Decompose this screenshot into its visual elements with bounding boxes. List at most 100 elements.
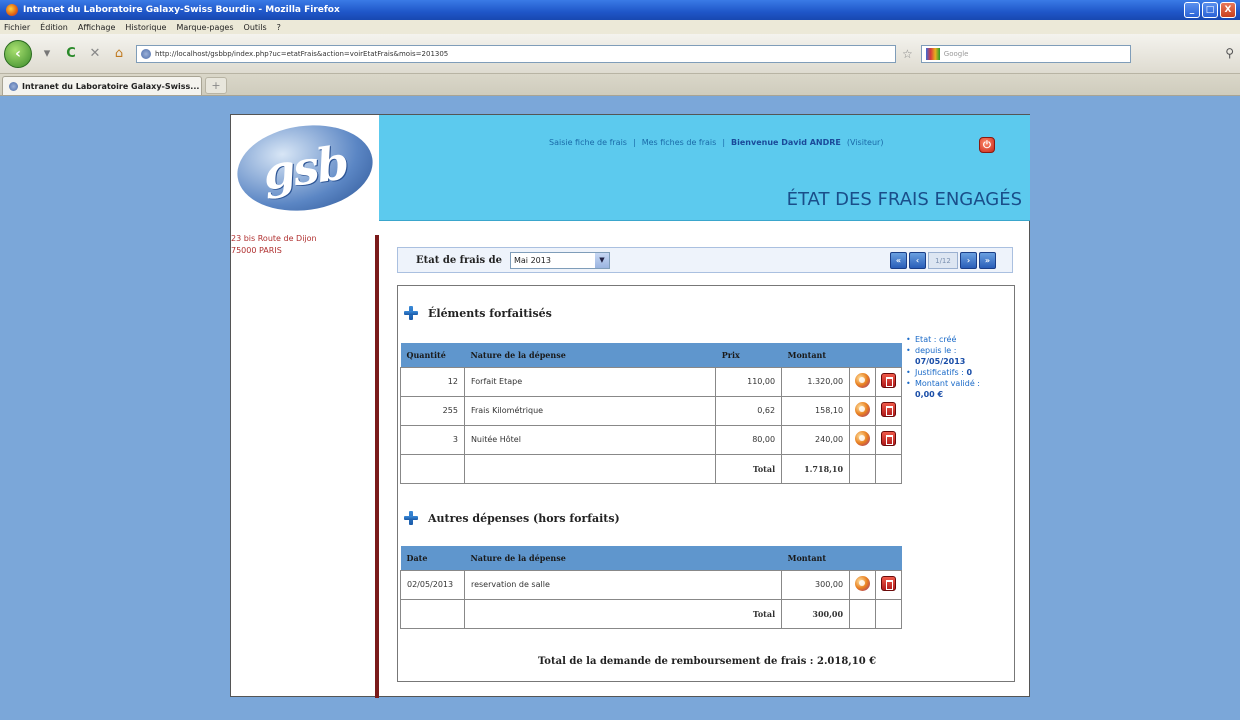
cell-empty xyxy=(400,453,465,484)
cell-empty xyxy=(875,598,902,629)
edit-icon[interactable] xyxy=(855,576,871,591)
search-bar[interactable]: Google xyxy=(920,44,1131,63)
table-row: 255 Frais Kilométrique 0,62 158,10 xyxy=(400,395,902,426)
tab-intranet[interactable]: Intranet du Laboratoire Galaxy-Swiss... xyxy=(2,76,202,95)
window-title: Intranet du Laboratoire Galaxy-Swiss Bou… xyxy=(23,5,340,15)
col-nature: Nature de la dépense xyxy=(464,343,716,367)
status-justificatifs: Justificatifs : 0 xyxy=(906,367,980,378)
cell-empty xyxy=(875,453,902,484)
cell-empty xyxy=(849,598,876,629)
stop-icon[interactable]: ✕ xyxy=(86,45,104,63)
cell-edit xyxy=(849,424,876,455)
maximize-button[interactable]: □ xyxy=(1202,2,1218,18)
address-line: 23 bis Route de Dijon xyxy=(231,234,317,243)
table-total-row: Total 300,00 xyxy=(400,598,902,629)
hors-forfait-table: Date Nature de la dépense Montant 02/05/… xyxy=(400,546,902,629)
nav-mes-fiches[interactable]: Mes fiches de frais xyxy=(642,138,717,147)
cell-montant: 300,00 xyxy=(781,569,851,600)
search-placeholder: Google xyxy=(943,49,969,58)
col-edit xyxy=(849,343,876,367)
table-header-row: Quantité Nature de la dépense Prix Monta… xyxy=(400,343,902,367)
navigation-toolbar: ‹ ▾ C ✕ ⌂ http://localhost/gsbbp/index.p… xyxy=(0,34,1240,74)
tab-bar: Intranet du Laboratoire Galaxy-Swiss... … xyxy=(0,74,1240,96)
menu-edition[interactable]: Édition xyxy=(40,23,68,32)
sidebar-divider xyxy=(375,235,379,698)
delete-icon[interactable] xyxy=(881,576,896,591)
menu-historique[interactable]: Historique xyxy=(125,23,166,32)
delete-icon[interactable] xyxy=(881,402,896,417)
menu-aide[interactable]: ? xyxy=(277,23,281,32)
minimize-button[interactable]: _ xyxy=(1184,2,1200,18)
logo-text: gsb xyxy=(259,135,351,201)
cell-empty xyxy=(463,453,717,484)
month-select[interactable]: Mai 2013 ▼ xyxy=(510,252,610,269)
google-icon xyxy=(925,47,940,60)
back-button[interactable]: ‹ xyxy=(4,39,32,68)
month-selector-bar: Etat de frais de Mai 2013 ▼ « ‹ 1/12 › » xyxy=(397,247,1013,273)
col-prix: Prix xyxy=(715,343,782,367)
first-page-button[interactable]: « xyxy=(890,252,907,269)
url-text: http://localhost/gsbbp/index.php?uc=etat… xyxy=(155,49,449,58)
cell-delete xyxy=(875,395,902,426)
hors-forfait-title-text: Autres dépenses (hors forfaits) xyxy=(428,511,620,525)
table-row: 02/05/2013 reservation de salle 300,00 xyxy=(400,569,902,600)
home-icon[interactable]: ⌂ xyxy=(110,45,128,63)
cell-nature: Frais Kilométrique xyxy=(463,395,717,426)
delete-icon[interactable] xyxy=(881,373,896,388)
nav-saisie-fiche[interactable]: Saisie fiche de frais xyxy=(549,138,627,147)
hors-forfait-section-title: Autres dépenses (hors forfaits) xyxy=(404,511,620,525)
pager: « ‹ 1/12 › » xyxy=(890,252,996,269)
menu-outils[interactable]: Outils xyxy=(244,23,267,32)
menu-affichage[interactable]: Affichage xyxy=(78,23,116,32)
plus-icon[interactable] xyxy=(404,511,418,525)
table-row: 3 Nuitée Hôtel 80,00 240,00 xyxy=(400,424,902,455)
next-page-button[interactable]: › xyxy=(960,252,977,269)
col-montant: Montant xyxy=(781,343,850,367)
site-header: Saisie fiche de frais | Mes fiches de fr… xyxy=(379,115,1030,221)
cell-delete xyxy=(875,569,902,600)
forward-dropdown-icon[interactable]: ▾ xyxy=(38,45,56,63)
total-label: Total xyxy=(463,598,783,629)
col-delete xyxy=(875,546,902,570)
nav-separator: | xyxy=(722,138,726,147)
edit-icon[interactable] xyxy=(855,431,871,446)
bookmark-star-icon[interactable]: ☆ xyxy=(902,47,913,61)
plus-icon[interactable] xyxy=(404,306,418,320)
new-tab-button[interactable]: + xyxy=(205,77,227,94)
reload-icon[interactable]: C xyxy=(62,45,80,63)
cell-delete xyxy=(875,424,902,455)
logout-power-icon[interactable]: ⏻ xyxy=(979,137,995,153)
last-page-button[interactable]: » xyxy=(979,252,996,269)
table-header-row: Date Nature de la dépense Montant xyxy=(400,546,902,570)
total-value: 1.718,10 xyxy=(781,453,851,484)
edit-icon[interactable] xyxy=(855,373,871,388)
menu-bar: Fichier Édition Affichage Historique Mar… xyxy=(0,20,1240,34)
cell-empty xyxy=(849,453,876,484)
status-montant-label: Montant validé : xyxy=(915,379,980,388)
address-line: 75000 PARIS xyxy=(231,246,282,255)
window-titlebar: Intranet du Laboratoire Galaxy-Swiss Bou… xyxy=(0,0,1240,20)
status-montant: Montant validé : 0,00 € xyxy=(906,378,980,400)
status-justificatifs-value: 0 xyxy=(966,368,973,377)
menu-fichier[interactable]: Fichier xyxy=(4,23,30,32)
prev-page-button[interactable]: ‹ xyxy=(909,252,926,269)
forfait-table: Quantité Nature de la dépense Prix Monta… xyxy=(400,343,902,484)
edit-icon[interactable] xyxy=(855,402,871,417)
forfait-title-text: Éléments forfaitisés xyxy=(428,306,552,320)
table-row: 12 Forfait Etape 110,00 1.320,00 xyxy=(400,366,902,397)
status-etat-text: Etat : créé xyxy=(915,335,957,344)
forfait-section-title: Éléments forfaitisés xyxy=(404,306,552,320)
close-button[interactable]: X xyxy=(1220,2,1236,18)
status-depuis: depuis le : 07/05/2013 xyxy=(906,345,980,367)
page-container: gsb Saisie fiche de frais | Mes fiches d… xyxy=(230,114,1030,698)
url-bar[interactable]: http://localhost/gsbbp/index.php?uc=etat… xyxy=(136,44,896,63)
col-quantite: Quantité xyxy=(400,343,465,367)
cell-montant: 1.320,00 xyxy=(781,366,851,397)
status-justificatifs-label: Justificatifs : xyxy=(915,368,964,377)
delete-icon[interactable] xyxy=(881,431,896,446)
search-go-icon[interactable]: ⚲ xyxy=(1225,46,1234,60)
gsb-logo[interactable]: gsb xyxy=(231,116,379,220)
logo-area: gsb xyxy=(231,115,379,221)
company-address: 23 bis Route de Dijon 75000 PARIS xyxy=(231,233,317,257)
menu-marque-pages[interactable]: Marque-pages xyxy=(176,23,233,32)
